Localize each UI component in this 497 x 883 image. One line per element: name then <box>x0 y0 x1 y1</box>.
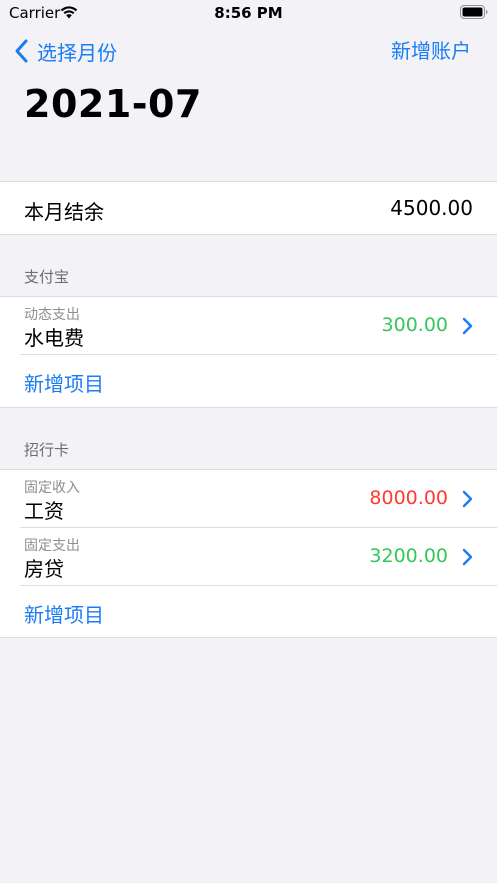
account-group-cmb: 固定收入 工资 8000.00 固定支出 房贷 3200.00 新增项目 <box>0 469 497 638</box>
list-item[interactable]: 固定支出 房贷 3200.00 <box>0 528 497 586</box>
item-name: 水电费 <box>24 326 84 350</box>
battery-icon <box>460 5 488 19</box>
item-category: 动态支出 <box>24 307 80 323</box>
add-item-label: 新增项目 <box>24 372 104 396</box>
item-name: 工资 <box>24 499 64 523</box>
chevron-right-icon <box>462 490 473 508</box>
account-group-alipay: 动态支出 水电费 300.00 新增项目 <box>0 296 497 408</box>
add-account-button[interactable]: 新增账户 <box>391 36 471 66</box>
screen: Carrier 8:56 PM 选择月份 新增账户 2021-07 本月结余 4… <box>0 0 497 883</box>
status-bar: Carrier 8:56 PM <box>0 0 497 26</box>
item-amount: 8000.00 <box>369 487 448 509</box>
list-item[interactable]: 固定收入 工资 8000.00 <box>0 470 497 528</box>
add-item-label: 新增项目 <box>24 603 104 627</box>
item-name: 房贷 <box>24 557 64 581</box>
status-time: 8:56 PM <box>214 4 283 22</box>
item-category: 固定收入 <box>24 480 80 496</box>
monthly-balance-row: 本月结余 4500.00 <box>0 181 497 235</box>
list-item[interactable]: 动态支出 水电费 300.00 <box>0 297 497 355</box>
chevron-right-icon <box>462 548 473 566</box>
chevron-right-icon <box>462 317 473 335</box>
monthly-balance-label: 本月结余 <box>24 200 104 224</box>
account-header-cmb: 招行卡 <box>24 441 70 459</box>
item-amount: 300.00 <box>381 314 448 336</box>
item-category: 固定支出 <box>24 538 80 554</box>
add-item-button[interactable]: 新增项目 <box>0 586 497 638</box>
monthly-balance-value: 4500.00 <box>390 196 473 220</box>
item-amount: 3200.00 <box>369 545 448 567</box>
account-header-alipay: 支付宝 <box>24 268 70 286</box>
add-item-button[interactable]: 新增项目 <box>0 355 497 407</box>
page-title: 2021-07 <box>24 82 202 126</box>
chevron-left-icon <box>15 39 28 63</box>
back-button-label: 选择月份 <box>37 40 117 65</box>
back-button[interactable]: 选择月份 <box>14 36 117 66</box>
